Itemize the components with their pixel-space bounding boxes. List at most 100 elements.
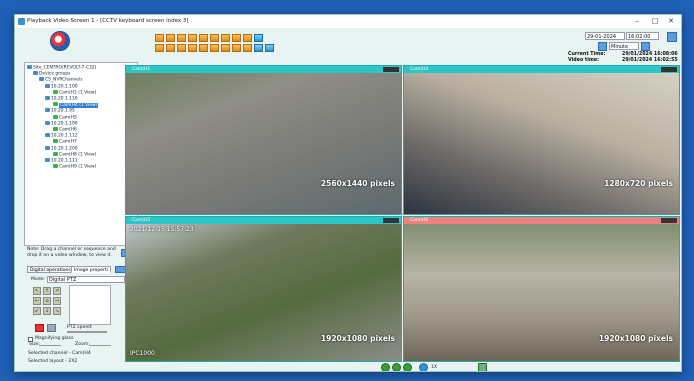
close-button[interactable]: ✕ xyxy=(663,15,679,28)
layout-button-6[interactable] xyxy=(210,34,219,42)
layout-button-13[interactable] xyxy=(177,44,186,52)
selected-layout: Selected layout - 2X2 xyxy=(28,359,78,364)
layout-button-8[interactable] xyxy=(232,34,241,42)
tree-item[interactable]: 10.20.1.200 xyxy=(45,145,78,151)
ptz-up-left-button[interactable]: ↖ xyxy=(33,287,41,295)
mode-label: Mode: xyxy=(31,277,46,282)
camera-icon xyxy=(53,89,58,94)
tab-image-properties[interactable]: Image properti xyxy=(71,266,112,273)
layout-button-21[interactable] xyxy=(265,44,274,52)
video-resolution: 1920x1080 pixels xyxy=(320,334,395,343)
layout-button-9[interactable] xyxy=(243,34,252,42)
speed-icon[interactable] xyxy=(419,363,428,371)
playback-window: Playback Video Screen 1 - [CCTV keyboard… xyxy=(14,14,682,372)
tree-item-label: 10.20.1.111 xyxy=(51,158,78,164)
device-icon xyxy=(27,65,32,69)
snapshot-icon[interactable] xyxy=(478,363,487,371)
tree-item[interactable]: Cam(H8 (1 View) xyxy=(53,151,96,157)
layout-button-18[interactable] xyxy=(232,44,241,52)
layout-button-1[interactable] xyxy=(155,34,164,42)
layout-button-11[interactable] xyxy=(155,44,164,52)
fast-forward-button[interactable] xyxy=(403,363,412,371)
tree-item[interactable]: 10.20.1.112 xyxy=(45,133,78,139)
minimize-button[interactable]: – xyxy=(629,15,645,28)
camera-icon xyxy=(53,127,58,131)
cctv-camera-icon[interactable] xyxy=(50,31,70,51)
video-window[interactable]: Cam(H5 1920x1080 pixels 2021-12-15 15:57:2… xyxy=(125,216,402,362)
tree-item[interactable]: CS_NVRChannels xyxy=(39,77,82,83)
device-icon xyxy=(45,120,50,125)
time-input[interactable]: 16:02:00 xyxy=(626,32,659,40)
tree-item[interactable]: Cam(H1 (1 View) xyxy=(53,89,96,95)
video-window[interactable]: Cam(H4 1280x720 pixels xyxy=(403,65,680,215)
layout-button-12[interactable] xyxy=(166,44,175,52)
step-back-icon[interactable] xyxy=(598,42,607,51)
layout-button-3[interactable] xyxy=(177,34,186,42)
tree-item-label: Cam(H9 (1 View) xyxy=(59,164,97,170)
ptz-up-right-button[interactable]: ↗ xyxy=(53,287,61,295)
device-icon xyxy=(39,77,44,82)
video-camera-overlay: IPC1000 xyxy=(130,350,155,357)
rewind-button[interactable] xyxy=(381,363,390,371)
step-forward-icon[interactable] xyxy=(641,42,650,51)
layout-button-2[interactable] xyxy=(166,34,175,42)
calendar-icon[interactable] xyxy=(667,32,677,42)
date-input[interactable]: 29-01-2024 xyxy=(585,32,625,40)
layout-button-10[interactable] xyxy=(254,34,263,42)
video-time-label: Video time: xyxy=(568,58,600,63)
ptz-center-button[interactable]: ⌂ xyxy=(43,297,51,305)
tab-digital-operations[interactable]: Digital operations xyxy=(27,266,74,273)
maximize-button[interactable]: □ xyxy=(647,15,663,28)
layout-button-20[interactable] xyxy=(254,44,263,52)
layout-button-17[interactable] xyxy=(221,44,230,52)
ptz-speed-slider[interactable] xyxy=(67,331,107,333)
tree-item[interactable]: 10.20.1.100 xyxy=(45,120,78,127)
tree-item-label: Cam(H5 xyxy=(59,115,77,121)
tree-item[interactable]: Device groups xyxy=(33,71,70,77)
layout-button-15[interactable] xyxy=(199,44,208,52)
device-tree[interactable]: Site_CENTRO(REVOLT-7-C32) Device groups CS… xyxy=(24,62,138,246)
stop-ptz-button[interactable] xyxy=(35,324,44,332)
video-window[interactable]: Cam(H6 1920x1080 pixels xyxy=(403,216,680,362)
tree-item[interactable]: 10.20.1.111 xyxy=(45,158,78,164)
layout-button-19[interactable] xyxy=(243,44,252,52)
layout-button-4[interactable] xyxy=(188,34,197,42)
layout-button-5[interactable] xyxy=(199,34,208,42)
layout-button-14[interactable] xyxy=(188,44,197,52)
ptz-left-button[interactable]: ← xyxy=(33,297,41,305)
video-controls-icon[interactable] xyxy=(383,218,399,223)
tree-item[interactable]: 10.20.1.95 xyxy=(45,108,75,114)
window-title: Playback Video Screen 1 - [CCTV keyboard… xyxy=(27,18,189,24)
layout-button-7[interactable] xyxy=(221,34,230,42)
tree-item[interactable]: Cam(H6 xyxy=(53,127,77,133)
ptz-up-button[interactable]: ↑ xyxy=(43,287,51,295)
mode-select[interactable]: Digital PTZ xyxy=(47,276,125,283)
ptz-down-left-button[interactable]: ↙ xyxy=(33,307,41,315)
zoom-slider[interactable] xyxy=(89,345,111,346)
ptz-right-button[interactable]: → xyxy=(53,297,61,305)
ptz-home-button[interactable] xyxy=(47,324,56,332)
speed-label: 1X xyxy=(431,365,438,370)
tree-item[interactable]: Cam(H4 (1 View) xyxy=(53,102,99,108)
layout-button-16[interactable] xyxy=(210,44,219,52)
tree-item[interactable]: 10.20.1.110 xyxy=(45,96,78,102)
tree-item[interactable]: Cam(H5 xyxy=(53,114,77,121)
ptz-down-button[interactable]: ↓ xyxy=(43,307,51,315)
video-window[interactable]: Cam(H1 2560x1440 pixels xyxy=(125,65,402,215)
tree-item-label: Site_CENTRO(REVOLT-7-C32) xyxy=(33,65,97,71)
tree-item[interactable]: Cam(H7 xyxy=(53,139,77,145)
video-controls-icon[interactable] xyxy=(661,67,677,72)
tree-item[interactable]: 10.20.1.100 xyxy=(45,83,78,89)
tree-item-label: Cam(H6 xyxy=(59,127,77,133)
video-controls-icon[interactable] xyxy=(383,67,399,72)
video-controls-icon[interactable] xyxy=(661,218,677,223)
tree-item[interactable]: Site_CENTRO(REVOLT-7-C32) xyxy=(27,65,96,71)
play-button[interactable] xyxy=(392,363,401,371)
tree-item[interactable]: Cam(H9 (1 View) xyxy=(53,164,96,170)
tree-item-label: 10.20.1.100 xyxy=(51,121,78,127)
ptz-down-right-button[interactable]: ↘ xyxy=(53,307,61,315)
size-slider[interactable] xyxy=(39,345,61,346)
video-resolution: 1920x1080 pixels xyxy=(598,334,673,343)
video-header: Cam(H4 xyxy=(404,66,679,73)
step-unit-select[interactable]: Minute xyxy=(609,42,639,50)
